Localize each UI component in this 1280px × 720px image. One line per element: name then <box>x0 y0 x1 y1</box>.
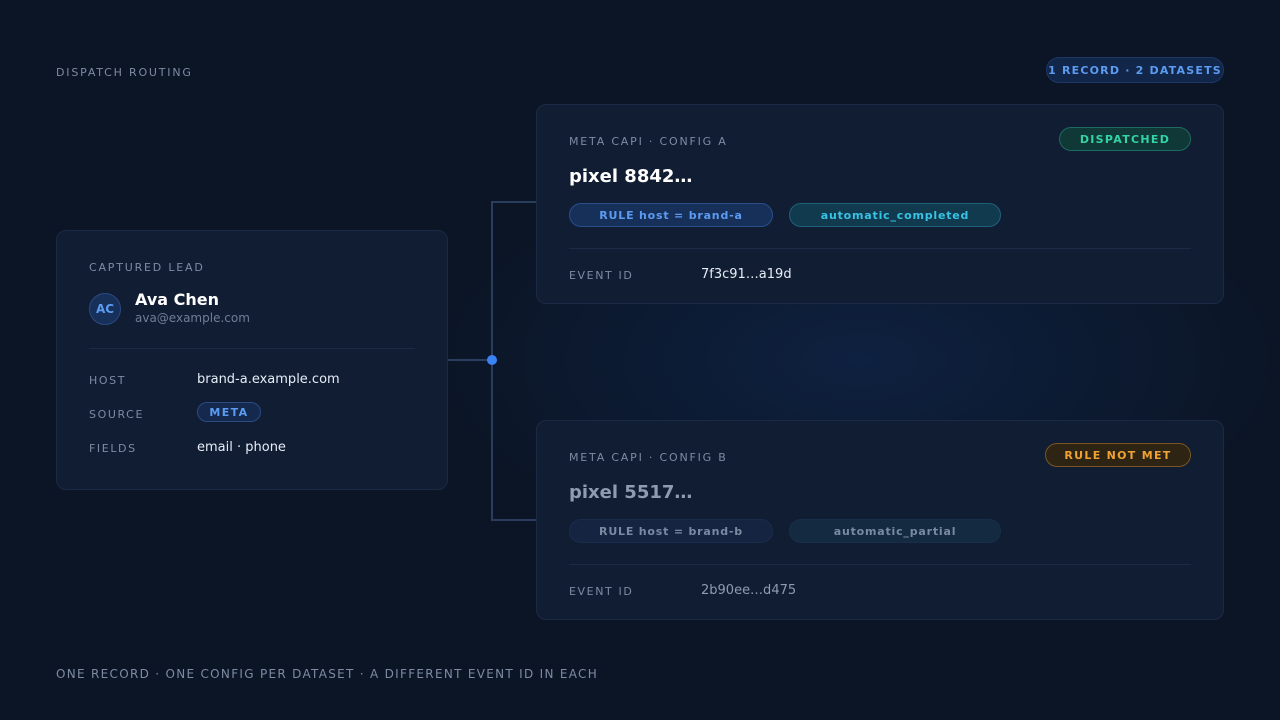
event-type-chip: automatic_partial <box>789 519 1001 543</box>
lead-section-label: CAPTURED LEAD <box>89 261 205 274</box>
host-value: brand-a.example.com <box>197 372 340 387</box>
pixel-id: pixel 5517… <box>569 482 693 503</box>
event-id-label: EVENT ID <box>569 269 634 282</box>
source-label: SOURCE <box>89 408 145 421</box>
event-id-value: 2b90ee…d475 <box>701 583 797 598</box>
event-id-label: EVENT ID <box>569 585 634 598</box>
source-badge: META <box>197 402 261 422</box>
event-type-chip: automatic_completed <box>789 203 1001 227</box>
host-label: HOST <box>89 374 127 387</box>
dataset-card-config-b[interactable]: META CAPI · CONFIG B RULE NOT MET pixel … <box>536 420 1224 620</box>
dataset-divider <box>569 564 1191 565</box>
lead-email: ava@example.com <box>135 311 250 325</box>
lead-divider <box>89 348 415 349</box>
pixel-id: pixel 8842… <box>569 166 693 187</box>
rule-chip: RULE host = brand-b <box>569 519 773 543</box>
rule-chip: RULE host = brand-a <box>569 203 773 227</box>
connector-to-config-a <box>491 201 537 203</box>
dataset-card-config-a[interactable]: META CAPI · CONFIG A DISPATCHED pixel 88… <box>536 104 1224 304</box>
routing-node <box>487 355 497 365</box>
connector-to-config-b <box>491 519 537 521</box>
dataset-label: META CAPI · CONFIG A <box>569 135 728 148</box>
event-id-value: 7f3c91…a19d <box>701 267 792 282</box>
lead-name: Ava Chen <box>135 290 219 309</box>
avatar: AC <box>89 293 121 325</box>
fields-label: FIELDS <box>89 442 137 455</box>
dataset-label: META CAPI · CONFIG B <box>569 451 728 464</box>
status-badge: DISPATCHED <box>1059 127 1191 151</box>
footer-note: ONE RECORD · ONE CONFIG PER DATASET · A … <box>56 667 599 681</box>
fields-value: email · phone <box>197 440 286 455</box>
page-title: DISPATCH ROUTING <box>56 66 193 79</box>
dataset-divider <box>569 248 1191 249</box>
connector-lead-to-node <box>448 359 492 361</box>
captured-lead-card[interactable]: CAPTURED LEAD AC Ava Chen ava@example.co… <box>56 230 448 490</box>
status-badge: RULE NOT MET <box>1045 443 1191 467</box>
record-count-badge: 1 RECORD · 2 DATASETS <box>1046 57 1224 83</box>
